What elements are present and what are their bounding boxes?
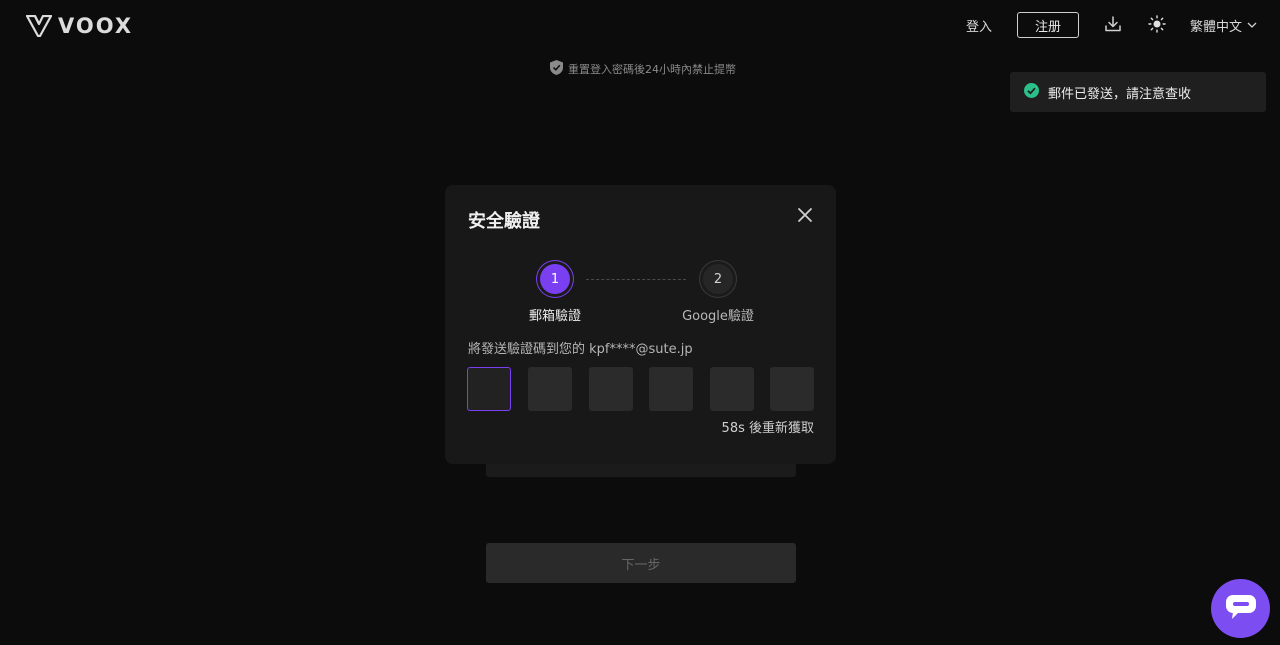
login-link[interactable]: 登入: [966, 16, 992, 35]
code-digit-4[interactable]: [649, 367, 693, 411]
page: VOOX 登入 注册 繁體中文 重置登入密碼後24小時內禁止提幣 郵件已發送，請…: [0, 0, 1280, 645]
toast-text: 郵件已發送，請注意查收: [1048, 86, 1192, 102]
step-1-label: 郵箱驗證: [528, 309, 581, 324]
step-2-label: Google驗證: [682, 309, 754, 324]
modal-title: 安全驗證: [468, 211, 540, 232]
check-circle-icon: [1024, 82, 1039, 102]
chevron-down-icon: [1247, 18, 1257, 33]
sun-icon[interactable]: [1148, 15, 1166, 37]
logo[interactable]: VOOX: [26, 14, 133, 38]
send-info-text: 將發送驗證碼到您的 kpf****@sute.jp: [468, 342, 693, 357]
shield-check-icon: [549, 59, 564, 79]
language-selector[interactable]: 繁體中文: [1190, 16, 1257, 35]
close-icon[interactable]: [797, 207, 813, 227]
code-digit-3[interactable]: [589, 367, 633, 411]
chat-bubble-icon: [1225, 593, 1257, 625]
next-step-button[interactable]: 下一步: [486, 543, 796, 583]
step-connector: [586, 279, 686, 280]
logo-text: VOOX: [58, 14, 134, 38]
code-digit-5[interactable]: [710, 367, 754, 411]
voox-logo-icon: [26, 15, 52, 37]
withdrawal-notice: 重置登入密碼後24小時內禁止提幣: [549, 59, 736, 79]
step-2-indicator: 2: [703, 264, 733, 294]
chat-support-button[interactable]: [1211, 579, 1270, 638]
resend-countdown: 58s 後重新獲取: [721, 421, 814, 436]
notice-text: 重置登入密碼後24小時內禁止提幣: [568, 63, 736, 76]
code-digit-1[interactable]: [467, 367, 511, 411]
register-button[interactable]: 注册: [1017, 12, 1079, 38]
security-verification-modal: 安全驗證 1 2 郵箱驗證 Google驗證 將發送驗證碼到您的 kpf****…: [445, 185, 836, 464]
step-1-indicator: 1: [540, 264, 570, 294]
language-label: 繁體中文: [1190, 20, 1243, 35]
code-digit-2[interactable]: [528, 367, 572, 411]
toast-notification: 郵件已發送，請注意查收: [1010, 72, 1266, 112]
download-icon[interactable]: [1104, 15, 1122, 37]
code-digit-6[interactable]: [770, 367, 814, 411]
